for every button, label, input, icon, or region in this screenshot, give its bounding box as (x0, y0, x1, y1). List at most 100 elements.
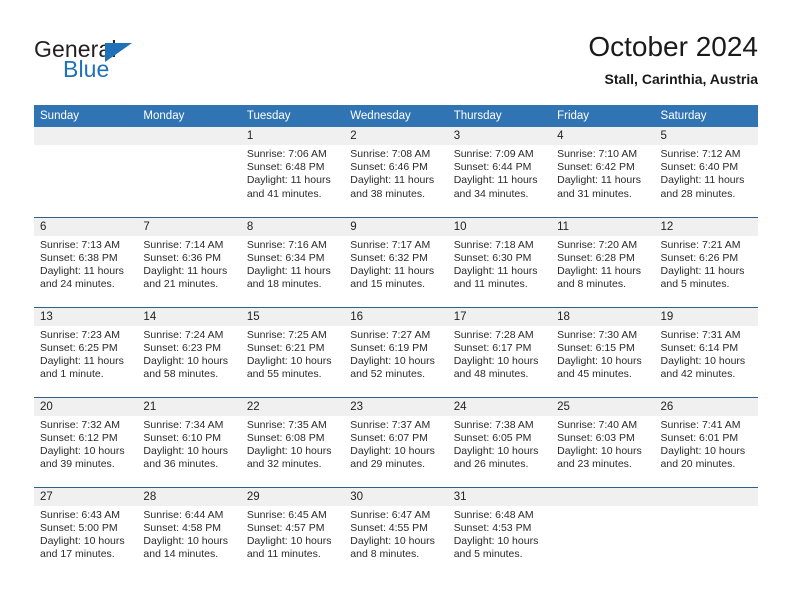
day-sun-info: Sunrise: 7:40 AM Sunset: 6:03 PM Daylight:… (551, 416, 654, 472)
calendar-body: 1 Sunrise: 7:06 AM Sunset: 6:48 PM Daylight… (34, 127, 758, 577)
sunset-text: Sunset: 6:03 PM (557, 431, 635, 444)
sunrise-text: Sunrise: 7:27 AM (350, 328, 431, 341)
day-sun-info: Sunrise: 6:45 AM Sunset: 4:57 PM Daylight:… (241, 506, 344, 562)
sunrise-text: Sunrise: 7:25 AM (246, 328, 327, 341)
daylight-text: Daylight: 11 hours and 5 minutes. (660, 264, 745, 291)
daylight-text: Daylight: 11 hours and 11 minutes. (453, 264, 538, 291)
weekday-header-monday: Monday (137, 105, 241, 127)
sunrise-text: Sunrise: 7:14 AM (143, 238, 224, 251)
day-number: 12 (654, 217, 758, 236)
weekday-header-thursday: Thursday (447, 105, 552, 127)
day-cell-inner: 23 Sunrise: 7:37 AM Sunset: 6:07 PM Dayligh… (344, 397, 448, 487)
calendar-day-cell: 11 Sunrise: 7:20 AM Sunset: 6:28 PM Dayligh… (551, 216, 655, 307)
day-sun-info: Sunrise: 6:47 AM Sunset: 4:55 PM Daylight:… (344, 506, 447, 562)
day-sun-info: Sunrise: 7:34 AM Sunset: 6:10 PM Daylight:… (137, 416, 240, 472)
daylight-text: Daylight: 10 hours and 26 minutes. (453, 444, 539, 471)
sunset-text: Sunset: 5:00 PM (40, 521, 118, 534)
calendar-day-cell: 19 Sunrise: 7:31 AM Sunset: 6:14 PM Dayligh… (654, 306, 758, 397)
day-cell-inner: 24 Sunrise: 7:38 AM Sunset: 6:05 PM Dayligh… (447, 397, 552, 487)
day-number: 26 (654, 397, 758, 416)
daylight-text: Daylight: 10 hours and 36 minutes. (143, 444, 229, 471)
day-cell-inner: 18 Sunrise: 7:30 AM Sunset: 6:15 PM Dayligh… (551, 307, 655, 397)
daylight-text: Daylight: 10 hours and 17 minutes. (40, 534, 125, 561)
sunset-text: Sunset: 6:10 PM (143, 431, 222, 444)
day-cell-inner: 29 Sunrise: 6:45 AM Sunset: 4:57 PM Dayligh… (240, 487, 345, 578)
day-cell-empty-inner (551, 487, 655, 578)
sunrise-text: Sunrise: 6:47 AM (350, 508, 431, 521)
sunrise-text: Sunrise: 7:30 AM (557, 328, 638, 341)
sunrise-text: Sunrise: 7:40 AM (557, 418, 638, 431)
day-cell-inner: 2 Sunrise: 7:08 AM Sunset: 6:46 PM Daylight… (344, 127, 448, 217)
daylight-text: Daylight: 10 hours and 5 minutes. (453, 534, 539, 561)
sunrise-text: Sunrise: 7:17 AM (350, 238, 431, 251)
day-sun-info: Sunrise: 7:12 AM Sunset: 6:40 PM Daylight:… (655, 145, 758, 201)
daylight-text: Daylight: 11 hours and 15 minutes. (350, 264, 435, 291)
calendar-day-cell: 18 Sunrise: 7:30 AM Sunset: 6:15 PM Dayligh… (551, 306, 655, 397)
daylight-text: Daylight: 10 hours and 48 minutes. (453, 354, 539, 381)
sunrise-text: Sunrise: 7:06 AM (246, 148, 327, 160)
day-number: 20 (34, 397, 138, 416)
calendar-day-cell: 17 Sunrise: 7:28 AM Sunset: 6:17 PM Dayligh… (447, 306, 552, 397)
calendar-week-row: 1 Sunrise: 7:06 AM Sunset: 6:48 PM Daylight… (34, 127, 758, 217)
sunset-text: Sunset: 4:55 PM (350, 521, 428, 534)
day-number: 30 (344, 487, 448, 506)
day-number: 3 (447, 127, 552, 145)
day-sun-info: Sunrise: 7:35 AM Sunset: 6:08 PM Daylight:… (241, 416, 344, 472)
day-number: 23 (344, 397, 448, 416)
day-sun-info: Sunrise: 7:08 AM Sunset: 6:46 PM Daylight:… (344, 145, 447, 201)
sunrise-text: Sunrise: 7:16 AM (246, 238, 327, 251)
daylight-text: Daylight: 10 hours and 11 minutes. (246, 534, 332, 561)
sunset-text: Sunset: 4:57 PM (246, 521, 325, 534)
daylight-text: Daylight: 11 hours and 18 minutes. (246, 264, 331, 291)
daylight-text: Daylight: 11 hours and 1 minute. (40, 354, 124, 381)
sunrise-text: Sunrise: 7:08 AM (350, 148, 431, 160)
day-cell-empty-inner (34, 127, 138, 217)
day-number-band (137, 127, 241, 145)
daylight-text: Daylight: 11 hours and 31 minutes. (557, 174, 641, 200)
calendar-day-cell: 7 Sunrise: 7:14 AM Sunset: 6:36 PM Daylight… (137, 216, 241, 307)
day-number: 1 (240, 127, 345, 145)
day-number-band (551, 487, 655, 506)
day-cell-inner: 17 Sunrise: 7:28 AM Sunset: 6:17 PM Dayligh… (447, 307, 552, 397)
day-sun-info: Sunrise: 7:17 AM Sunset: 6:32 PM Daylight:… (344, 236, 447, 292)
day-cell-empty-inner (137, 127, 241, 217)
calendar-day-cell-empty (34, 127, 138, 217)
day-sun-info: Sunrise: 7:24 AM Sunset: 6:23 PM Daylight:… (137, 326, 240, 382)
day-sun-info: Sunrise: 7:30 AM Sunset: 6:15 PM Daylight:… (551, 326, 654, 382)
sunrise-text: Sunrise: 6:44 AM (143, 508, 224, 521)
sunset-text: Sunset: 6:17 PM (453, 341, 532, 354)
calendar-day-cell: 4 Sunrise: 7:10 AM Sunset: 6:42 PM Daylight… (551, 127, 655, 217)
day-sun-info: Sunrise: 7:27 AM Sunset: 6:19 PM Daylight:… (344, 326, 447, 382)
day-cell-inner: 6 Sunrise: 7:13 AM Sunset: 6:38 PM Daylight… (34, 217, 138, 307)
calendar-day-cell: 1 Sunrise: 7:06 AM Sunset: 6:48 PM Daylight… (240, 127, 345, 217)
weekday-header-tuesday: Tuesday (240, 105, 345, 127)
day-cell-inner: 27 Sunrise: 6:43 AM Sunset: 5:00 PM Dayligh… (34, 487, 138, 578)
day-cell-inner: 22 Sunrise: 7:35 AM Sunset: 6:08 PM Dayligh… (240, 397, 345, 487)
sunrise-text: Sunrise: 7:21 AM (660, 238, 741, 251)
daylight-text: Daylight: 11 hours and 41 minutes. (246, 174, 331, 200)
sunrise-text: Sunrise: 7:13 AM (40, 238, 120, 251)
brand-name-blue: Blue (63, 56, 110, 82)
day-number: 25 (551, 397, 655, 416)
daylight-text: Daylight: 10 hours and 20 minutes. (660, 444, 746, 471)
day-cell-inner: 5 Sunrise: 7:12 AM Sunset: 6:40 PM Daylight… (654, 127, 758, 217)
weekday-header-sunday: Sunday (34, 105, 138, 127)
day-cell-inner: 1 Sunrise: 7:06 AM Sunset: 6:48 PM Daylight… (240, 127, 345, 217)
daylight-text: Daylight: 11 hours and 24 minutes. (40, 264, 124, 291)
sunrise-text: Sunrise: 7:18 AM (453, 238, 534, 251)
day-sun-info: Sunrise: 7:23 AM Sunset: 6:25 PM Daylight:… (34, 326, 137, 382)
day-sun-info: Sunrise: 7:37 AM Sunset: 6:07 PM Daylight:… (344, 416, 447, 472)
day-cell-inner: 12 Sunrise: 7:21 AM Sunset: 6:26 PM Dayligh… (654, 217, 758, 307)
sunrise-text: Sunrise: 7:38 AM (453, 418, 534, 431)
sunset-text: Sunset: 6:25 PM (40, 341, 118, 354)
daylight-text: Daylight: 11 hours and 21 minutes. (143, 264, 228, 291)
day-number: 29 (240, 487, 345, 506)
daylight-text: Daylight: 10 hours and 42 minutes. (660, 354, 746, 381)
calendar-day-cell: 21 Sunrise: 7:34 AM Sunset: 6:10 PM Dayligh… (137, 396, 241, 487)
calendar-day-cell: 3 Sunrise: 7:09 AM Sunset: 6:44 PM Daylight… (447, 127, 552, 217)
page-header: General Blue October 2024 Stall, Carinth… (0, 0, 792, 100)
sunset-text: Sunset: 6:28 PM (557, 251, 635, 264)
day-sun-info: Sunrise: 7:13 AM Sunset: 6:38 PM Daylight:… (34, 236, 137, 292)
calendar-week-row: 13 Sunrise: 7:23 AM Sunset: 6:25 PM Dayligh… (34, 306, 758, 397)
daylight-text: Daylight: 10 hours and 39 minutes. (40, 444, 125, 471)
